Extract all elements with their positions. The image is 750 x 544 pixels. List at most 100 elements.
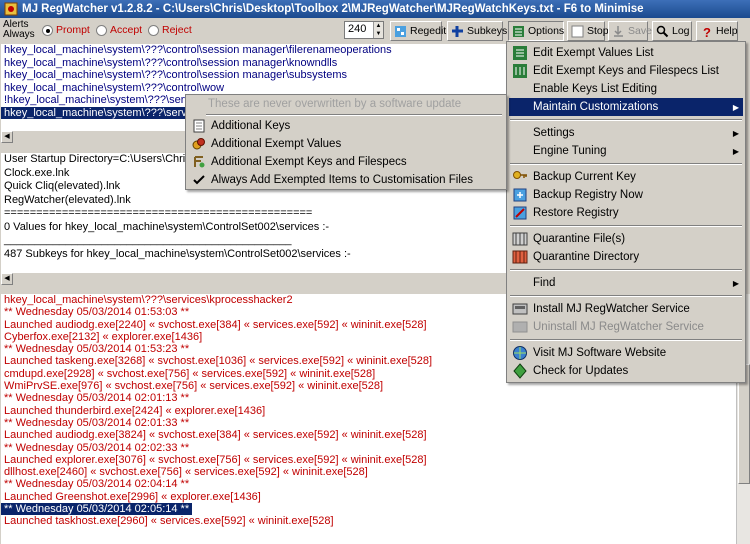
radio-prompt[interactable]: Prompt — [42, 24, 90, 36]
submenu-item-additional-exempt-values[interactable]: Additional Exempt Values — [188, 135, 504, 153]
stop-checkbox-icon — [571, 25, 584, 37]
list-item[interactable]: hkey_local_machine\system\???\control\se… — [1, 57, 508, 70]
menu-label: Quarantine Directory — [533, 251, 640, 263]
exempt-keys-icon — [194, 156, 205, 168]
info-line: 0 Values for hkey_local_machine\system\C… — [4, 220, 330, 233]
update-icon — [513, 363, 527, 379]
info-line: ________________________________________… — [4, 234, 292, 246]
menu-separator — [510, 225, 742, 227]
menu-label: Restore Registry — [533, 207, 619, 219]
log-line: ** Wednesday 05/03/2014 02:01:33 ** — [4, 416, 190, 429]
customizations-submenu: These are never overwritten by a softwar… — [185, 94, 507, 190]
quarantine-directory-icon — [512, 250, 528, 264]
quarantine-files-icon — [512, 232, 528, 246]
menu-item-find[interactable]: Find ▶ — [509, 274, 743, 292]
menu-item-enable-keys-editing[interactable]: Enable Keys List Editing — [509, 80, 743, 98]
menu-label: Backup Registry Now — [533, 189, 643, 201]
log-line: ** Wednesday 05/03/2014 02:02:33 ** — [4, 441, 190, 454]
menu-item-edit-exempt-values[interactable]: Edit Exempt Values List — [509, 44, 743, 62]
radio-dot — [96, 24, 107, 36]
options-label: Options — [528, 25, 565, 37]
window-title: MJ RegWatcher v1.2.8.2 - C:\Users\Chris\… — [22, 3, 644, 15]
interval-spinner[interactable]: 240 ▲ ▼ — [344, 21, 384, 39]
menu-label: Find — [533, 277, 556, 289]
menu-item-maintain-customizations[interactable]: Maintain Customizations ▶ — [509, 98, 743, 116]
menu-label: Backup Current Key — [533, 171, 636, 183]
help-label: Help — [716, 25, 738, 37]
radio-accept[interactable]: Accept — [96, 24, 142, 36]
backup-registry-icon — [513, 188, 527, 202]
submenu-item-additional-exempt-keys[interactable]: Additional Exempt Keys and Filespecs — [188, 153, 504, 171]
menu-item-install-service[interactable]: Install MJ RegWatcher Service — [509, 300, 743, 318]
save-label: Save — [628, 25, 652, 37]
menu-label: Additional Exempt Keys and Filespecs — [211, 156, 407, 168]
radio-prompt-label: Prompt — [56, 24, 90, 36]
stop-label: Stop — [587, 25, 609, 37]
info-line: RegWatcher(elevated).lnk — [4, 193, 131, 206]
submenu-item-always-add-exempted[interactable]: Always Add Exempted Items to Customisati… — [188, 171, 504, 189]
svg-text:?: ? — [703, 25, 711, 38]
menu-item-edit-exempt-keys[interactable]: Edit Exempt Keys and Filespecs List — [509, 62, 743, 80]
menu-item-engine-tuning[interactable]: Engine Tuning ▶ — [509, 142, 743, 160]
radio-reject[interactable]: Reject — [148, 24, 192, 36]
log-line: Launched explorer.exe[3076] « svchost.ex… — [4, 453, 427, 466]
menu-item-quarantine-files[interactable]: Quarantine File(s) — [509, 230, 743, 248]
subkeys-button[interactable]: Subkeys — [447, 21, 507, 41]
menu-item-restore-registry[interactable]: Restore Registry — [509, 204, 743, 222]
menu-item-settings[interactable]: Settings ▶ — [509, 124, 743, 142]
log-line-selected: ** Wednesday 05/03/2014 02:05:14 ** — [1, 503, 193, 516]
list-item[interactable]: hkey_local_machine\system\???\control\se… — [1, 69, 508, 82]
menu-separator — [510, 339, 742, 341]
info-hscrollbar[interactable]: ◀ — [1, 273, 508, 286]
radio-reject-label: Reject — [162, 24, 192, 36]
submenu-arrow-icon: ▶ — [732, 128, 739, 138]
menu-label: Additional Exempt Values — [211, 138, 342, 150]
help-icon: ? — [703, 25, 711, 38]
info-line: 487 Subkeys for hkey_local_machine\syste… — [4, 247, 351, 260]
document-icon — [193, 119, 205, 133]
interval-value: 240 — [348, 23, 367, 35]
subkeys-label: Subkeys — [467, 25, 508, 37]
options-button[interactable]: Options — [508, 21, 564, 41]
menu-separator — [510, 295, 742, 297]
alerts-label: Alerts Always — [3, 19, 35, 40]
menu-item-visit-website[interactable]: Visit MJ Software Website — [509, 344, 743, 362]
stop-button[interactable]: Stop — [567, 21, 609, 41]
help-button[interactable]: ? Help — [696, 21, 738, 41]
regedit-button[interactable]: Regedit — [390, 21, 446, 41]
scroll-left-icon[interactable]: ◀ — [1, 273, 13, 285]
log-line: Launched thunderbird.exe[2424] « explore… — [4, 404, 266, 417]
submenu-item-additional-keys[interactable]: Additional Keys — [188, 117, 504, 135]
menu-label: Engine Tuning — [533, 145, 607, 157]
save-icon — [614, 25, 623, 37]
menu-label: Edit Exempt Keys and Filespecs List — [533, 65, 719, 77]
menu-item-check-updates[interactable]: Check for Updates — [509, 362, 743, 380]
globe-icon — [513, 346, 527, 360]
app-icon — [4, 2, 18, 16]
menu-separator — [510, 119, 742, 121]
spinner-arrows-icon[interactable]: ▲ ▼ — [373, 22, 383, 38]
menu-label: Enable Keys List Editing — [533, 83, 658, 95]
menu-item-uninstall-service[interactable]: Uninstall MJ RegWatcher Service — [509, 318, 743, 336]
edit-list-icon — [513, 46, 527, 60]
save-button[interactable]: Save — [608, 21, 652, 41]
log-line: dllhost.exe[2460] « svchost.exe[756] « s… — [4, 466, 368, 479]
backup-key-icon — [513, 171, 527, 179]
scroll-left-icon[interactable]: ◀ — [1, 131, 13, 143]
info-line: ========================================… — [4, 207, 313, 219]
log-line: Launched audiodg.exe[3824] « svchost.exe… — [4, 429, 427, 442]
list-item[interactable]: hkey_local_machine\system\???\control\wo… — [1, 82, 508, 95]
menu-item-backup-registry-now[interactable]: Backup Registry Now — [509, 186, 743, 204]
log-button[interactable]: Log — [652, 21, 692, 41]
submenu-arrow-icon: ▶ — [732, 102, 739, 112]
regedit-label: Regedit — [410, 25, 447, 37]
menu-label: Additional Keys — [211, 120, 291, 132]
splitter[interactable] — [1, 286, 508, 293]
menu-label: Quarantine File(s) — [533, 233, 626, 245]
log-line: ** Wednesday 05/03/2014 02:01:13 ** — [4, 392, 190, 405]
submenu-arrow-icon: ▶ — [732, 146, 739, 156]
menu-item-backup-current-key[interactable]: Backup Current Key — [509, 168, 743, 186]
menu-label: Check for Updates — [533, 365, 629, 377]
menu-item-quarantine-directory[interactable]: Quarantine Directory — [509, 248, 743, 266]
list-item[interactable]: hkey_local_machine\system\???\control\se… — [1, 44, 508, 57]
